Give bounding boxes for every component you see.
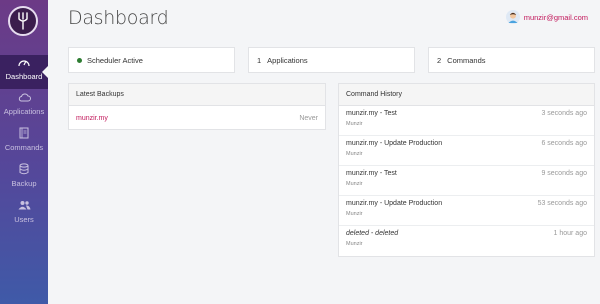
command-user: Munzir <box>346 151 363 157</box>
command-history-title: Command History <box>339 84 594 106</box>
command-time: 3 seconds ago <box>541 110 587 117</box>
sidebar: Dashboard Applications Commands Backup U… <box>0 0 48 304</box>
backup-app-link[interactable]: munzir.my <box>76 115 108 122</box>
commands-count: 2 <box>437 55 442 65</box>
command-time: 6 seconds ago <box>541 140 587 147</box>
command-user: Munzir <box>346 241 363 247</box>
gauge-icon <box>18 55 30 69</box>
status-indicator <box>77 57 82 63</box>
sidebar-item-label: Backup <box>11 179 37 188</box>
app-logo[interactable] <box>8 6 38 36</box>
database-icon <box>19 162 29 176</box>
sidebar-item-commands[interactable]: Commands <box>0 126 48 160</box>
command-user: Munzir <box>346 211 363 217</box>
list-item: munzir.my Never <box>69 106 325 130</box>
sidebar-item-label: Dashboard <box>5 72 43 81</box>
sidebar-item-users[interactable]: Users <box>0 198 48 232</box>
sidebar-item-label: Commands <box>4 143 44 152</box>
fork-icon <box>18 12 28 30</box>
book-icon <box>19 126 29 140</box>
applications-count-card: 1 Applications <box>248 47 415 73</box>
scheduler-status-card: Scheduler Active <box>68 47 235 73</box>
commands-count-card: 2 Commands <box>428 47 595 73</box>
list-item[interactable]: munzir.my - Update Production Munzir 53 … <box>339 196 594 226</box>
user-menu[interactable]: munzir@gmail.com <box>505 10 588 24</box>
latest-backups-title: Latest Backups <box>69 84 325 106</box>
command-time: 9 seconds ago <box>541 170 587 177</box>
page-title: Dashboard <box>68 7 169 29</box>
list-item[interactable]: munzir.my - Update Production Munzir 6 s… <box>339 136 594 166</box>
scheduler-status-label: Scheduler Active <box>87 55 143 65</box>
commands-count-label: Commands <box>447 55 486 65</box>
sidebar-item-dashboard[interactable]: Dashboard <box>0 55 48 89</box>
user-email: munzir@gmail.com <box>523 12 588 22</box>
command-title: deleted - deleted <box>346 230 399 237</box>
list-item[interactable]: deleted - deleted Munzir 1 hour ago <box>339 226 594 256</box>
applications-count-label: Applications <box>267 55 308 65</box>
latest-backups-panel: Latest Backups munzir.my Never <box>68 83 326 130</box>
sidebar-item-applications[interactable]: Applications <box>0 90 48 124</box>
sidebar-item-backup[interactable]: Backup <box>0 162 48 196</box>
avatar <box>505 10 520 24</box>
backup-time: Never <box>299 114 318 122</box>
command-time: 53 seconds ago <box>537 200 587 207</box>
sidebar-item-label: Users <box>14 215 34 224</box>
command-user: Munzir <box>346 181 363 187</box>
users-icon <box>18 198 31 212</box>
sidebar-item-label: Applications <box>3 107 45 116</box>
command-user: Munzir <box>346 121 363 127</box>
list-item[interactable]: munzir.my - Test Munzir 9 seconds ago <box>339 166 594 196</box>
cloud-icon <box>18 90 31 104</box>
command-history-panel: Command History munzir.my - Test Munzir … <box>338 83 595 257</box>
applications-count: 1 <box>257 55 262 65</box>
list-item[interactable]: munzir.my - Test Munzir 3 seconds ago <box>339 106 594 136</box>
command-time: 1 hour ago <box>553 230 587 237</box>
